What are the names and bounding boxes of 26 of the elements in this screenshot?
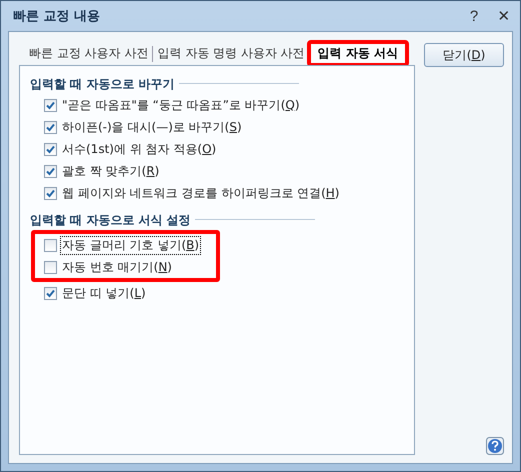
help-button[interactable]: ? [466,7,482,25]
group-heading: 입력할 때 자동으로 서식 설정 [30,212,191,228]
checkbox-label[interactable]: "곧은 따옴표"를 “둥근 따옴표”로 바꾸기(Q) [60,96,302,114]
tab[interactable]: 빠른 교정 사용자 사전 [25,43,152,64]
tab[interactable]: 입력 자동 명령 사용자 사전 [153,43,309,64]
help-icon[interactable] [486,437,504,455]
close-dialog-button[interactable]: 닫기(D) [424,43,504,67]
checkbox[interactable] [44,120,57,134]
checkbox-label[interactable]: 자동 번호 매기기(N) [60,258,174,276]
close-button[interactable]: ✕ [496,7,512,25]
tab[interactable]: 입력 자동 서식 [308,42,408,65]
checkbox[interactable] [44,286,57,300]
checkbox-label[interactable]: 서수(1st)에 위 첨자 적용(O) [60,140,218,158]
checkbox-label[interactable]: 문단 띠 넣기(L) [60,284,148,302]
checkbox-label[interactable]: 웹 페이지와 네트워크 경로를 하이퍼링크로 연결(H) [60,184,342,202]
checkbox-label[interactable]: 괄호 짝 맞추기(R) [60,162,162,180]
checkbox[interactable] [44,98,57,112]
group-heading: 입력할 때 자동으로 바꾸기 [30,76,175,92]
checkbox[interactable] [44,164,57,178]
window-title: 빠른 교정 내용 [13,8,100,25]
checkbox[interactable] [44,142,57,156]
checkbox[interactable] [44,238,57,252]
checkbox[interactable] [44,260,57,274]
checkbox[interactable] [44,186,57,200]
checkbox-label[interactable]: 하이픈(-)을 대시(—)로 바꾸기(S) [60,118,244,136]
checkbox-label[interactable]: 자동 글머리 기호 넣기(B) [60,236,202,254]
